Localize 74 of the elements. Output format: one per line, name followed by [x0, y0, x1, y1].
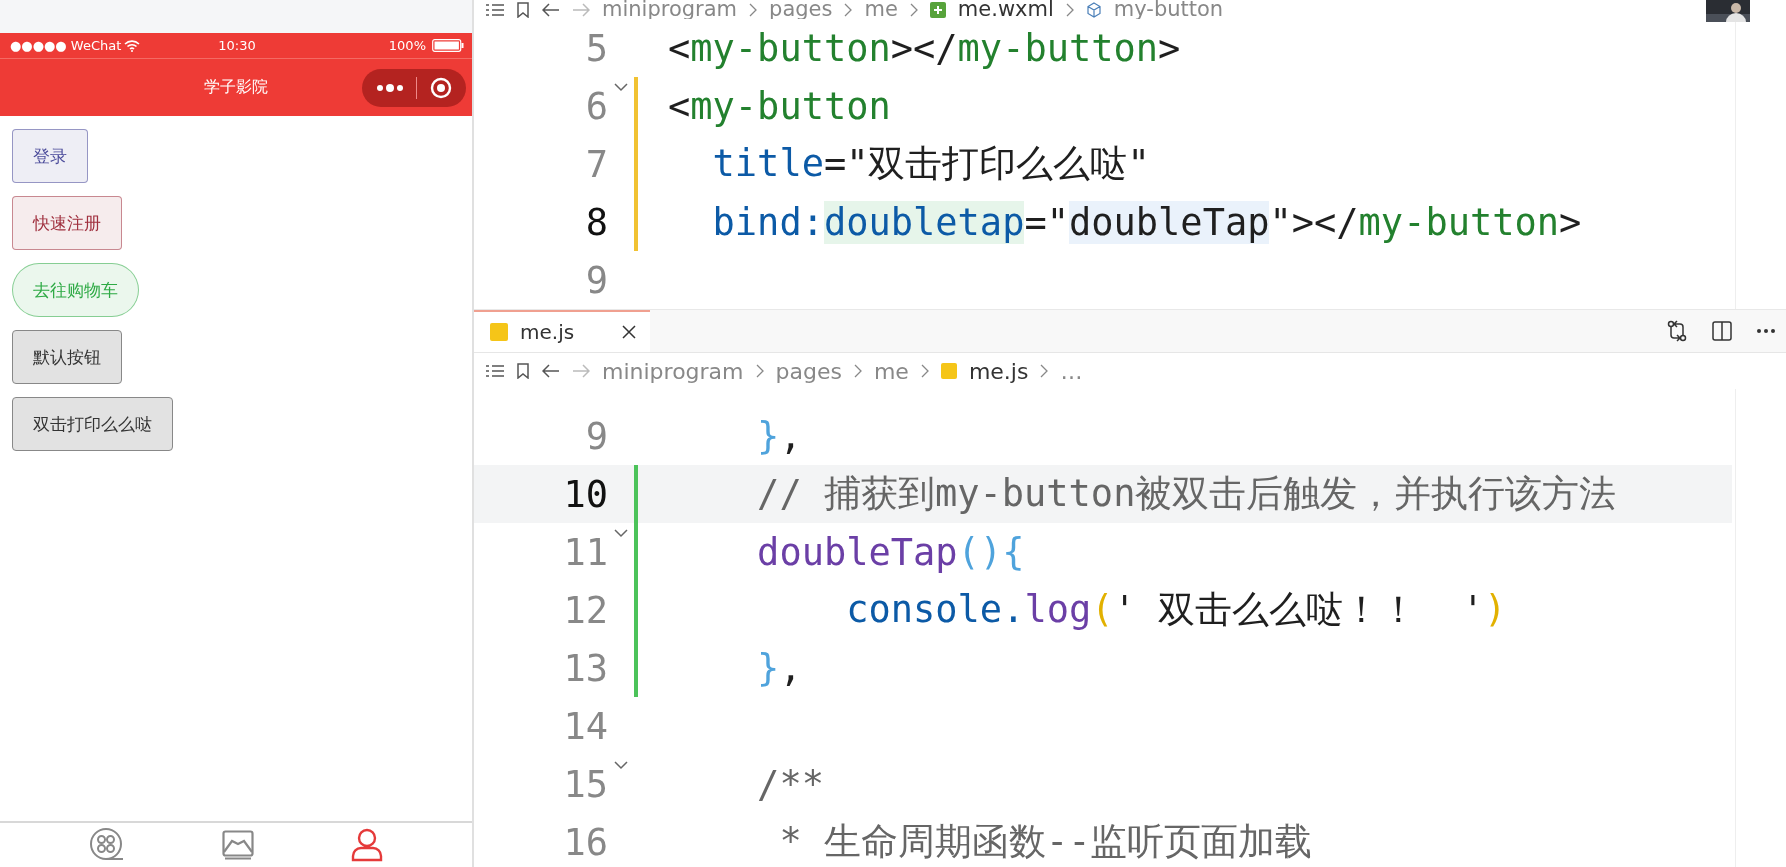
line-number: 9 — [584, 414, 608, 458]
chevron-icon — [920, 364, 929, 378]
line-number: 14 — [562, 704, 608, 748]
mini-button[interactable]: 快速注册 — [12, 196, 122, 250]
breadcrumb-item[interactable]: … — [1060, 358, 1083, 384]
film-reel-icon[interactable] — [88, 827, 125, 863]
code-line: * 生命周期函数--监听页面加载 — [778, 819, 1313, 865]
list-icon[interactable] — [486, 2, 504, 17]
js-file-icon — [940, 363, 957, 379]
chevron-icon — [1065, 2, 1074, 17]
chevron-icon — [755, 364, 764, 378]
code-line: /** — [756, 762, 824, 806]
breadcrumb-item[interactable]: me — [864, 0, 898, 19]
code-line: bind:doubletap="doubleTap"></my-button> — [711, 200, 1582, 244]
chevron-icon — [749, 2, 758, 17]
tab-label: me.js — [520, 320, 575, 344]
js-file-icon — [490, 323, 508, 341]
cube-icon — [1085, 1, 1102, 18]
more-icon[interactable] — [376, 83, 405, 93]
close-icon[interactable] — [622, 325, 637, 339]
page-title: 学子影院 — [204, 77, 268, 98]
close-target-icon[interactable] — [429, 77, 452, 99]
back-arrow-icon[interactable] — [542, 364, 560, 378]
status-time: 10:30 — [218, 38, 256, 53]
battery-icon — [432, 39, 464, 52]
chevron-icon — [1040, 364, 1049, 378]
line-number: 10 — [562, 472, 608, 516]
chevron-icon — [853, 364, 862, 378]
file-tab[interactable]: me.js — [474, 310, 651, 352]
wifi-icon — [124, 39, 141, 52]
code-line: title="双击打印么么哒" — [711, 141, 1150, 187]
line-number: 9 — [584, 258, 608, 302]
code-line: doubleTap(){ — [756, 530, 1025, 574]
breadcrumb-item[interactable]: miniprogram — [602, 358, 744, 384]
fold-chevron-icon[interactable] — [614, 761, 628, 770]
carrier-label: ●●●●● WeChat — [10, 38, 122, 53]
more-icon[interactable] — [1756, 328, 1776, 334]
breadcrumb-item[interactable]: pages — [775, 358, 842, 384]
bookmark-icon[interactable] — [516, 363, 530, 379]
code-line: <my-button></my-button> — [668, 26, 1181, 70]
code-line: }, — [756, 646, 802, 690]
back-arrow-icon[interactable] — [542, 2, 560, 17]
fold-chevron-icon[interactable] — [614, 83, 628, 92]
code-line: console.log(' 双击么么哒！！ ') — [845, 587, 1507, 633]
line-number: 16 — [562, 820, 608, 864]
mini-button[interactable]: 去往购物车 — [12, 263, 139, 317]
line-number: 6 — [584, 84, 608, 128]
line-number: 13 — [562, 646, 608, 690]
battery-label: 100% — [388, 38, 426, 53]
capsule-menu[interactable] — [362, 69, 466, 107]
compare-icon[interactable] — [1666, 320, 1688, 342]
breadcrumb-item[interactable]: me — [873, 358, 909, 384]
list-icon[interactable] — [486, 364, 504, 378]
line-number: 5 — [584, 26, 608, 70]
image-icon[interactable] — [222, 830, 254, 860]
mini-button[interactable]: 默认按钮 — [12, 330, 122, 384]
person-icon[interactable] — [351, 828, 384, 862]
fold-chevron-icon[interactable] — [614, 529, 628, 538]
line-number: 11 — [562, 530, 608, 574]
breadcrumb-item[interactable]: me.js — [968, 358, 1029, 384]
line-number: 15 — [562, 762, 608, 806]
line-number: 12 — [562, 588, 608, 632]
breadcrumb-item[interactable]: me.wxml — [957, 0, 1054, 19]
line-number: 7 — [584, 142, 608, 186]
chevron-icon — [909, 2, 918, 17]
bookmark-icon[interactable] — [516, 1, 530, 18]
chevron-icon — [844, 2, 853, 17]
code-line: }, — [756, 414, 802, 458]
mini-button[interactable]: 登录 — [12, 129, 88, 183]
mini-button[interactable]: 双击打印么么哒 — [12, 397, 173, 451]
code-line: <my-button — [668, 84, 891, 128]
split-editor-icon[interactable] — [1712, 321, 1732, 341]
code-line: // 捕获到my-button被双击后触发，并执行该方法 — [756, 471, 1617, 517]
line-number: 8 — [584, 200, 608, 244]
